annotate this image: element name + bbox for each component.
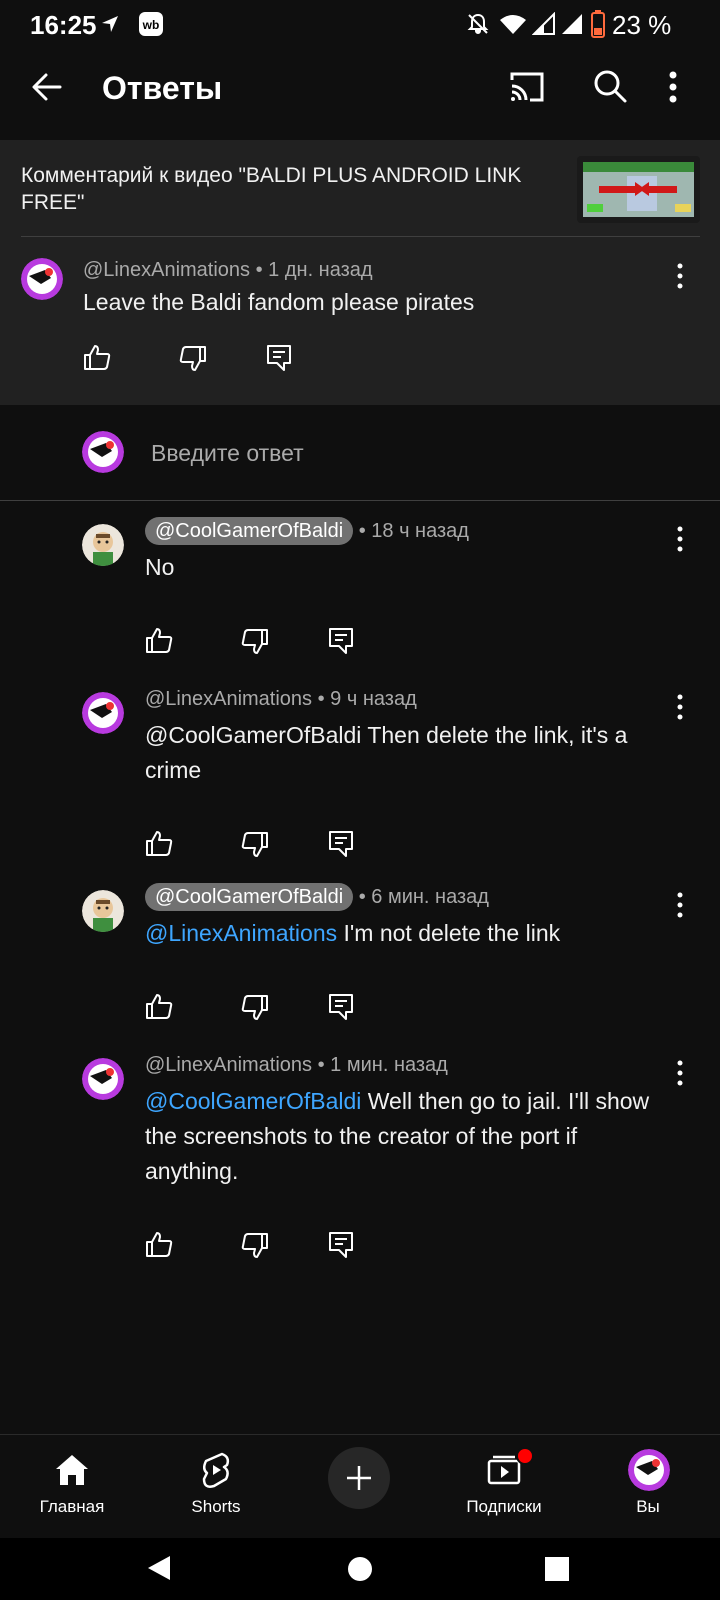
battery-icon — [591, 10, 605, 38]
notification-dot — [516, 1447, 534, 1465]
shorts-icon — [202, 1452, 230, 1488]
reply-text-block: No — [145, 550, 665, 585]
dislike-icon[interactable] — [240, 830, 270, 860]
cast-icon[interactable] — [508, 70, 546, 104]
app-bar: Ответы — [0, 48, 720, 140]
svg-text:wb: wb — [142, 18, 160, 32]
reply-item: @LinexAnimations • 1 мин. назад @CoolGam… — [0, 1046, 720, 1258]
reply-icon[interactable] — [326, 992, 356, 1022]
reply-icon[interactable] — [326, 626, 356, 656]
signal-icon — [532, 12, 555, 35]
divider — [0, 500, 720, 501]
like-icon[interactable] — [144, 625, 174, 655]
reply-more-icon[interactable] — [668, 692, 692, 722]
parent-comment: @LinexAnimations • 1 дн. назад Leave the… — [0, 237, 720, 405]
nav-shorts-label: Shorts — [191, 1497, 241, 1516]
reply-meta: @LinexAnimations • 9 ч назад — [145, 688, 417, 711]
nav-shorts[interactable]: Shorts — [156, 1445, 276, 1529]
reply-item: @CoolGamerOfBaldi • 18 ч назад No — [0, 512, 720, 672]
video-banner[interactable]: Комментарий к видео "BALDI PLUS ANDROID … — [0, 140, 720, 237]
reply-meta: @CoolGamerOfBaldi • 18 ч назад — [145, 517, 469, 545]
nav-home[interactable]: Главная — [12, 1445, 132, 1529]
reply-meta: @LinexAnimations • 1 мин. назад — [145, 1054, 448, 1077]
reply-item: @LinexAnimations • 9 ч назад @CoolGamerOf… — [0, 680, 720, 857]
reply-avatar[interactable] — [82, 692, 124, 734]
comment-time: • 1 дн. назад — [250, 259, 373, 281]
dislike-icon[interactable] — [240, 627, 270, 657]
create-button[interactable] — [328, 1447, 390, 1509]
nav-subscriptions[interactable]: Подписки — [444, 1445, 564, 1529]
battery-percent: 23 % — [612, 10, 672, 40]
reply-text: @CoolGamerOfBaldi Then delete the link, … — [145, 722, 628, 783]
comment-author[interactable]: @LinexAnimations — [83, 259, 250, 281]
bottom-nav: Главная Shorts Подписки Вы — [0, 1434, 720, 1539]
nav-subscriptions-label: Подписки — [466, 1497, 542, 1516]
reply-text-block: @CoolGamerOfBaldi Well then go to jail. … — [145, 1084, 665, 1189]
video-thumbnail[interactable] — [577, 156, 700, 223]
reply-time: • 9 ч назад — [312, 688, 417, 710]
system-home-icon[interactable] — [347, 1556, 373, 1582]
avatar[interactable] — [21, 258, 63, 300]
back-arrow-icon[interactable] — [30, 70, 64, 104]
reply-author[interactable]: @LinexAnimations — [145, 1054, 312, 1076]
reply-item: @CoolGamerOfBaldi • 6 мин. назад @LinexA… — [0, 878, 720, 1038]
home-icon — [56, 1455, 88, 1485]
status-bar: 16:25 wb 23 % — [0, 0, 720, 48]
dislike-icon[interactable] — [178, 344, 208, 374]
reply-text-block: @LinexAnimations I'm not delete the link — [145, 916, 665, 951]
reply-author[interactable]: @CoolGamerOfBaldi — [145, 517, 354, 545]
reply-time: • 1 мин. назад — [312, 1054, 448, 1076]
status-time: 16:25 — [30, 10, 97, 40]
reply-mention[interactable]: @CoolGamerOfBaldi — [145, 1088, 361, 1114]
nav-you[interactable]: Вы — [588, 1445, 708, 1529]
reply-author[interactable]: @LinexAnimations — [145, 688, 312, 710]
reply-mention[interactable]: @LinexAnimations — [145, 920, 337, 946]
wb-app-icon: wb — [139, 12, 163, 36]
search-icon[interactable] — [592, 68, 628, 104]
system-recents-icon[interactable] — [544, 1556, 570, 1582]
reply-more-icon[interactable] — [668, 1058, 692, 1088]
navigation-arrow-icon — [102, 16, 118, 32]
comment-meta: @LinexAnimations • 1 дн. назад — [83, 259, 373, 282]
system-back-icon[interactable] — [146, 1554, 172, 1582]
reply-text: No — [145, 554, 175, 580]
reply-time: • 18 ч назад — [353, 520, 469, 542]
notifications-off-icon — [467, 13, 489, 34]
profile-avatar-icon — [628, 1449, 670, 1491]
reply-input[interactable]: Введите ответ — [151, 440, 304, 467]
like-icon[interactable] — [144, 1229, 174, 1259]
dislike-icon[interactable] — [240, 993, 270, 1023]
comment-more-icon[interactable] — [668, 261, 692, 291]
reply-author[interactable]: @CoolGamerOfBaldi — [145, 883, 354, 911]
comment-text: Leave the Baldi fandom please pirates — [83, 289, 475, 315]
like-icon[interactable] — [144, 991, 174, 1021]
signal-full-icon — [562, 14, 582, 34]
like-icon[interactable] — [82, 342, 112, 372]
dislike-icon[interactable] — [240, 1231, 270, 1261]
reply-text-block: @CoolGamerOfBaldi Then delete the link, … — [145, 718, 665, 788]
current-user-avatar — [82, 431, 124, 473]
video-title: Комментарий к видео "BALDI PLUS ANDROID … — [21, 164, 522, 214]
nav-home-label: Главная — [39, 1497, 105, 1516]
reply-avatar[interactable] — [82, 890, 124, 932]
reply-more-icon[interactable] — [668, 524, 692, 554]
like-icon[interactable] — [144, 828, 174, 858]
reply-icon[interactable] — [264, 343, 294, 373]
system-nav-bar — [0, 1538, 720, 1600]
reply-avatar[interactable] — [82, 524, 124, 566]
nav-you-label: Вы — [636, 1497, 660, 1516]
reply-icon[interactable] — [326, 1230, 356, 1260]
reply-icon[interactable] — [326, 829, 356, 859]
reply-time: • 6 мин. назад — [353, 886, 489, 908]
wifi-icon — [500, 15, 526, 34]
more-vert-icon[interactable] — [668, 70, 678, 104]
reply-text: I'm not delete the link — [337, 920, 561, 946]
reply-meta: @CoolGamerOfBaldi • 6 мин. назад — [145, 883, 489, 911]
reply-more-icon[interactable] — [668, 890, 692, 920]
page-title: Ответы — [102, 70, 223, 106]
create-plus-icon — [347, 1466, 371, 1490]
reply-avatar[interactable] — [82, 1058, 124, 1100]
